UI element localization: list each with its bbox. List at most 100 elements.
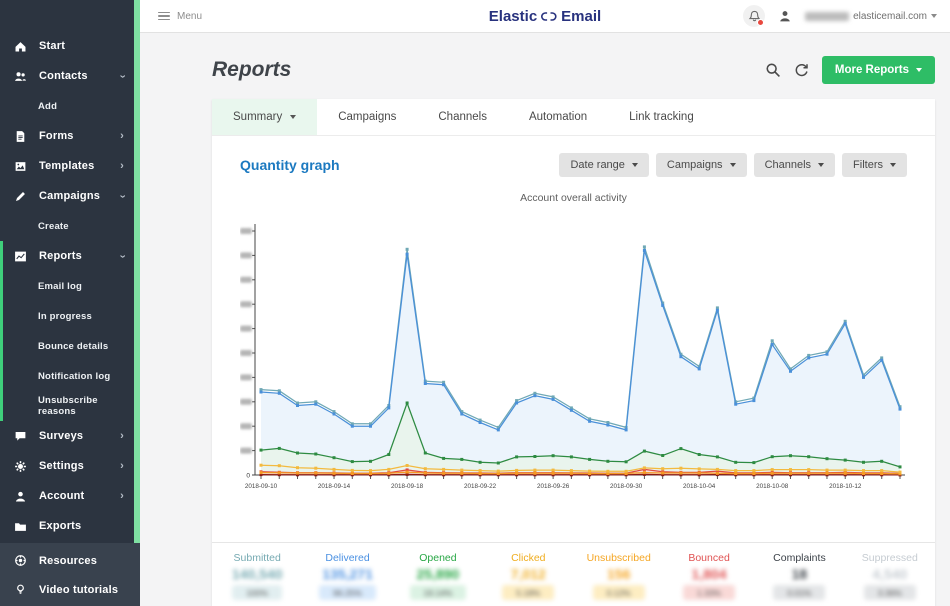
- stat-clicked: Clicked7,0125.18%: [483, 552, 573, 606]
- tab-automation[interactable]: Automation: [508, 99, 608, 135]
- stat-complaints: Complaints180.01%: [754, 552, 844, 606]
- button-label: Channels: [765, 159, 811, 171]
- tab-summary[interactable]: Summary: [212, 99, 317, 135]
- sidebar-bottom-section: Resources Video tutorials: [0, 543, 140, 606]
- section-title: Quantity graph: [240, 157, 340, 173]
- sidebar-item-label: Email log: [38, 281, 82, 292]
- chevron-right-icon: ›: [120, 161, 124, 172]
- sidebar: StartContacts›AddForms›Templates›Campaig…: [0, 0, 140, 606]
- sidebar-item-email-log[interactable]: Email log: [0, 271, 134, 301]
- sidebar-item-start[interactable]: Start: [0, 31, 134, 61]
- stat-value-blurred: 18: [754, 566, 844, 582]
- sidebar-item-label: Campaigns: [39, 190, 100, 202]
- logo-text-1: Elastic: [489, 8, 537, 25]
- sidebar-item-video-tutorials[interactable]: Video tutorials: [0, 575, 140, 604]
- sidebar-item-label: Settings: [39, 460, 84, 472]
- tab-campaigns[interactable]: Campaigns: [317, 99, 417, 135]
- filters-button[interactable]: Filters: [842, 153, 907, 177]
- sidebar-item-label: Notification log: [38, 371, 110, 382]
- stat-label: Submitted: [212, 552, 302, 564]
- stat-value-blurred: 1,804: [664, 566, 754, 582]
- svg-text:2018-09-14: 2018-09-14: [318, 483, 351, 490]
- sidebar-item-contacts[interactable]: Contacts›: [0, 61, 134, 91]
- notifications-button[interactable]: [743, 5, 765, 27]
- video-tutorials-icon: [14, 583, 28, 596]
- sidebar-item-label: Video tutorials: [39, 584, 118, 596]
- head-actions: More Reports: [765, 56, 935, 84]
- tab-label: Summary: [233, 111, 282, 123]
- chevron-down-icon: [632, 163, 638, 167]
- exports-icon: [14, 520, 28, 533]
- sidebar-item-resources[interactable]: Resources: [0, 546, 140, 575]
- tab-link-tracking[interactable]: Link tracking: [608, 99, 715, 135]
- chevron-down-icon: [818, 163, 824, 167]
- sidebar-item-create[interactable]: Create: [0, 211, 134, 241]
- sidebar-item-campaigns[interactable]: Campaigns›: [0, 181, 134, 211]
- sidebar-item-reports[interactable]: Reports›: [0, 241, 134, 271]
- stat-label: Unsubscribed: [574, 552, 664, 564]
- svg-text:2018-10-04: 2018-10-04: [683, 483, 716, 490]
- stat-bounced: Bounced1,8041.33%: [664, 552, 754, 606]
- svg-text:2018-10-08: 2018-10-08: [756, 483, 789, 490]
- surveys-icon: [14, 430, 28, 443]
- account-icon: [14, 490, 28, 503]
- stat-value-blurred: 7,012: [483, 566, 573, 582]
- sidebar-item-bounce-details[interactable]: Bounce details: [0, 331, 134, 361]
- sidebar-item-templates[interactable]: Templates ›: [0, 151, 134, 181]
- sidebar-item-label: In progress: [38, 311, 92, 322]
- tab-channels[interactable]: Channels: [417, 99, 508, 135]
- header-right: elasticemail.com: [743, 5, 950, 27]
- resources-icon: [14, 554, 28, 567]
- tab-bar: Summary Campaigns Channels AutomationLink t…: [212, 99, 935, 136]
- sidebar-item-account[interactable]: Account›: [0, 481, 134, 511]
- sidebar-item-forms[interactable]: Forms›: [0, 121, 134, 151]
- sidebar-item-surveys[interactable]: Surveys›: [0, 421, 134, 451]
- svg-text:2018-09-18: 2018-09-18: [391, 483, 424, 490]
- stat-label: Clicked: [483, 552, 573, 564]
- chart-subtitle: Account overall activity: [240, 192, 907, 204]
- tab-label: Campaigns: [338, 111, 396, 123]
- sidebar-item-settings[interactable]: Settings ›: [0, 451, 134, 481]
- svg-text:2018-09-22: 2018-09-22: [464, 483, 497, 490]
- chevron-down-icon: ›: [117, 74, 128, 78]
- stat-label: Opened: [393, 552, 483, 564]
- refresh-icon[interactable]: [794, 63, 809, 78]
- sidebar-item-label: Unsubscribe reasons: [38, 395, 124, 417]
- chain-link-icon: [541, 12, 557, 21]
- stat-value-blurred: 4,540: [845, 566, 935, 582]
- sidebar-item-add[interactable]: Add: [0, 91, 134, 121]
- stat-badge-blurred: 0.01%: [773, 585, 825, 600]
- tab-label: Channels: [438, 111, 487, 123]
- sidebar-item-in-progress[interactable]: In progress: [0, 301, 134, 331]
- sidebar-item-label: Templates: [39, 160, 94, 172]
- menu-button[interactable]: Menu: [140, 11, 202, 22]
- elastic-email-logo[interactable]: Elastic Email: [489, 8, 601, 25]
- stat-badge-blurred: 19.14%: [410, 585, 467, 600]
- sidebar-item-unsubscribe-reasons[interactable]: Unsubscribe reasons: [0, 391, 134, 421]
- notification-badge: [757, 19, 764, 26]
- more-reports-button[interactable]: More Reports: [822, 56, 935, 84]
- stat-badge-blurred: 96.25%: [319, 585, 376, 600]
- channels-button[interactable]: Channels: [754, 153, 835, 177]
- search-icon[interactable]: [765, 62, 781, 78]
- date-range-button[interactable]: Date range: [559, 153, 648, 177]
- sidebar-item-label: Add: [38, 101, 57, 112]
- sidebar-item-notification-log[interactable]: Notification log: [0, 361, 134, 391]
- card-body: Quantity graph Date range Campaigns Channe…: [212, 136, 935, 511]
- chevron-right-icon: ›: [120, 461, 124, 472]
- menu-label: Menu: [177, 11, 202, 22]
- sidebar-item-label: Create: [38, 221, 69, 232]
- sidebar-item-label: Resources: [39, 555, 97, 567]
- account-username-blurred: [805, 12, 849, 21]
- stat-value-blurred: 135,271: [302, 566, 392, 582]
- sidebar-item-label: Forms: [39, 130, 74, 142]
- stat-suppressed: Suppressed4,5403.36%: [845, 552, 935, 606]
- user-icon[interactable]: [778, 9, 792, 23]
- sidebar-item-label: Bounce details: [38, 341, 108, 352]
- campaigns-button[interactable]: Campaigns: [656, 153, 747, 177]
- sidebar-item-exports[interactable]: Exports: [0, 511, 134, 541]
- stat-submitted: Submitted140,540100%: [212, 552, 302, 606]
- button-label: Date range: [570, 159, 624, 171]
- stat-label: Delivered: [302, 552, 392, 564]
- account-menu[interactable]: elasticemail.com: [805, 11, 937, 22]
